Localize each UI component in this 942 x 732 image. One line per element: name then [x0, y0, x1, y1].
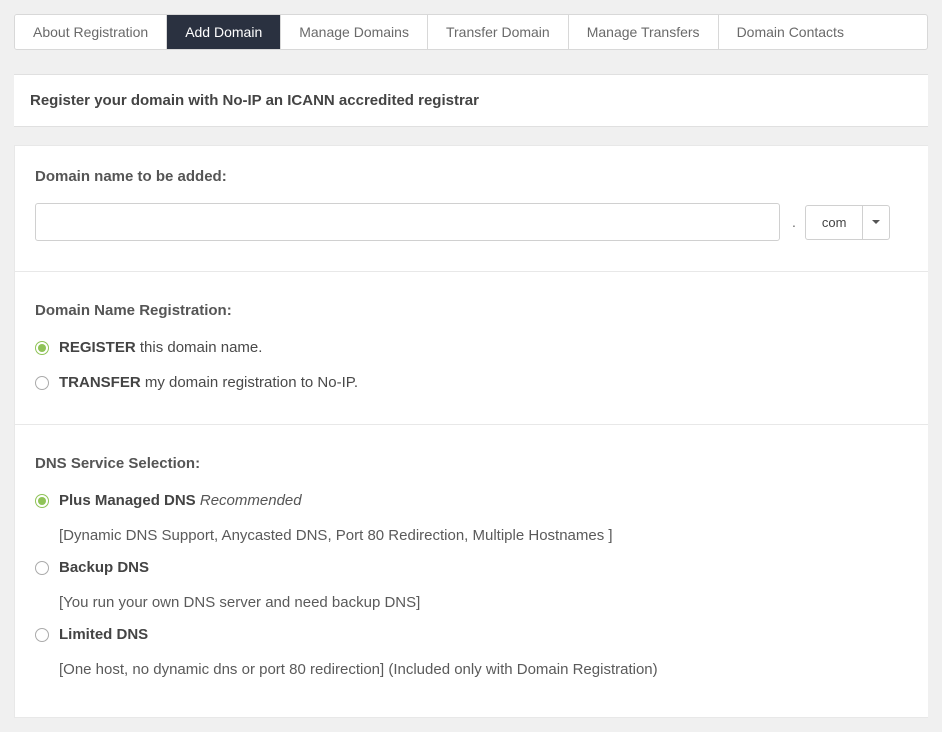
registration-heading: Domain Name Registration: [35, 302, 908, 319]
radio-register[interactable] [35, 341, 49, 355]
form-container: Domain name to be added: . com Domain Na… [14, 145, 928, 718]
radio-backup-dns-label: Backup DNS [59, 557, 149, 580]
backup-dns-description: [You run your own DNS server and need ba… [59, 592, 908, 615]
page-header: Register your domain with No-IP an ICANN… [14, 74, 928, 127]
domain-name-input[interactable] [35, 203, 780, 241]
tab-add-domain[interactable]: Add Domain [167, 15, 281, 49]
tab-transfer-domain[interactable]: Transfer Domain [428, 15, 569, 49]
domain-input-row: . com [35, 203, 908, 241]
tab-manage-domains[interactable]: Manage Domains [281, 15, 428, 49]
plus-dns-description: [Dynamic DNS Support, Anycasted DNS, Por… [59, 525, 908, 548]
tab-manage-transfers[interactable]: Manage Transfers [569, 15, 719, 49]
radio-item-transfer[interactable]: TRANSFER my domain registration to No-IP… [35, 372, 908, 395]
radio-item-limited-dns[interactable]: Limited DNS [35, 624, 908, 647]
radio-transfer[interactable] [35, 376, 49, 390]
page-title: Register your domain with No-IP an ICANN… [30, 92, 912, 109]
radio-plus-dns-label: Plus Managed DNS Recommended [59, 490, 302, 513]
radio-item-backup-dns[interactable]: Backup DNS [35, 557, 908, 580]
tld-selected-value: com [806, 206, 864, 239]
radio-register-label: REGISTER this domain name. [59, 337, 262, 360]
dns-heading: DNS Service Selection: [35, 455, 908, 472]
radio-item-register[interactable]: REGISTER this domain name. [35, 337, 908, 360]
radio-item-plus-dns[interactable]: Plus Managed DNS Recommended [35, 490, 908, 513]
radio-limited-dns[interactable] [35, 628, 49, 642]
chevron-down-icon [863, 206, 889, 239]
limited-dns-description: [One host, no dynamic dns or port 80 red… [59, 659, 908, 682]
domain-name-label: Domain name to be added: [35, 168, 908, 185]
divider [15, 424, 928, 425]
dot-separator: . [786, 214, 799, 230]
tld-select[interactable]: com [805, 205, 891, 240]
radio-backup-dns[interactable] [35, 561, 49, 575]
radio-limited-dns-label: Limited DNS [59, 624, 148, 647]
radio-transfer-label: TRANSFER my domain registration to No-IP… [59, 372, 358, 395]
tab-about-registration[interactable]: About Registration [15, 15, 167, 49]
divider [15, 271, 928, 272]
radio-plus-dns[interactable] [35, 494, 49, 508]
tab-bar: About Registration Add Domain Manage Dom… [14, 14, 928, 50]
tab-domain-contacts[interactable]: Domain Contacts [719, 15, 862, 49]
